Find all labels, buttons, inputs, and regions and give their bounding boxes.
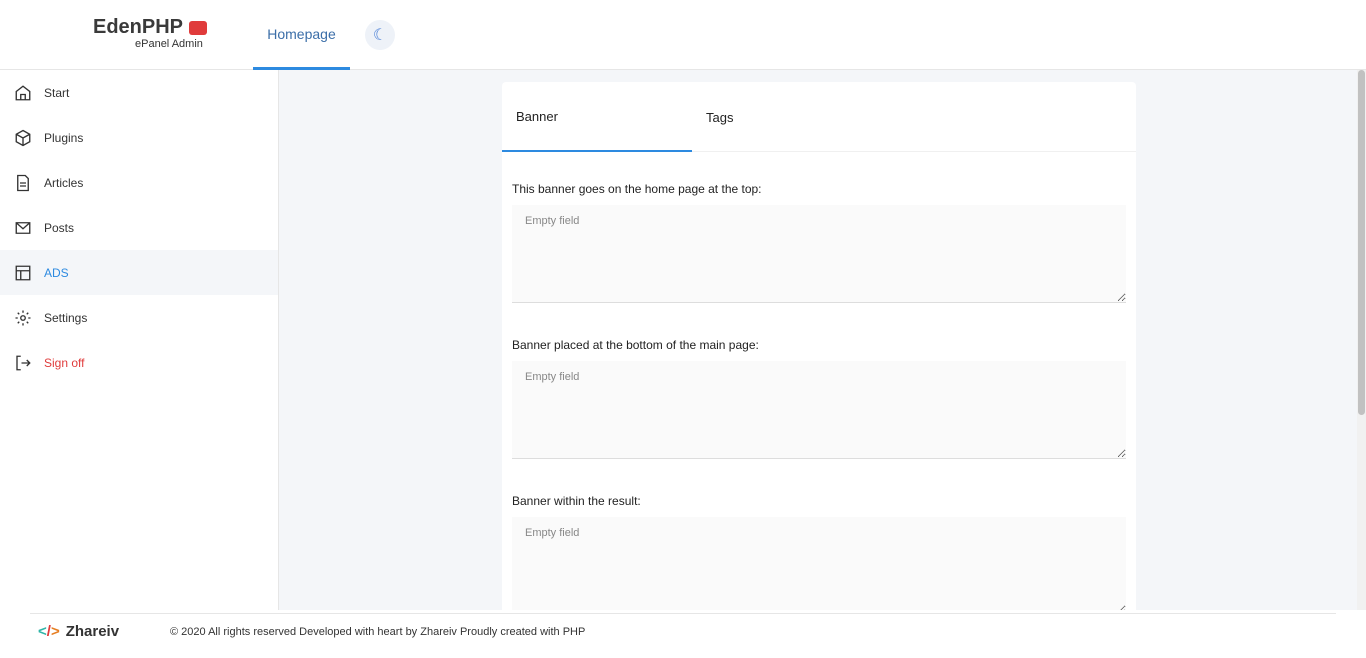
sidebar-item-settings[interactable]: Settings — [0, 295, 278, 340]
mail-icon — [15, 221, 31, 234]
document-icon — [17, 174, 29, 191]
sidebar-item-label: Plugins — [44, 130, 84, 145]
sidebar-item-start[interactable]: Start — [0, 70, 278, 115]
sidebar-item-label: Sign off — [44, 355, 85, 370]
scrollbar[interactable] — [1357, 70, 1366, 610]
sidebar-item-posts[interactable]: Posts — [0, 205, 278, 250]
gear-icon — [15, 310, 31, 325]
field-label: Banner placed at the bottom of the main … — [512, 338, 759, 352]
footer-logo[interactable]: </> Zhareiv — [38, 623, 119, 640]
sidebar-item-label: ADS — [44, 265, 69, 280]
field-label: This banner goes on the home page at the… — [512, 182, 762, 196]
logo[interactable]: EdenPHP ePanel Admin — [93, 16, 208, 50]
footer-brand: Zhareiv — [65, 623, 120, 640]
scrollbar-thumb[interactable] — [1358, 70, 1365, 415]
tab-banner[interactable]: Banner — [502, 82, 692, 152]
dark-mode-toggle[interactable]: ☾ — [365, 20, 395, 50]
nav-homepage[interactable]: Homepage — [253, 0, 350, 70]
sidebar: Start Plugins Articles Posts ADS Setting… — [0, 70, 279, 610]
brand-subtitle: ePanel Admin — [135, 38, 203, 50]
home-icon — [15, 84, 31, 100]
sidebar-item-label: Articles — [44, 175, 84, 190]
field-label: Banner within the result: — [512, 494, 641, 508]
top-banner-input[interactable] — [512, 205, 1126, 303]
bottom-banner-input[interactable] — [512, 361, 1126, 459]
result-banner-input[interactable] — [512, 517, 1126, 615]
ads-card: Banner Tags This banner goes on the home… — [502, 82, 1136, 622]
copyright-text: © 2020 All rights reserved Developed wit… — [170, 626, 586, 638]
logout-icon — [16, 355, 31, 370]
sidebar-item-label: Start — [44, 85, 70, 100]
sidebar-item-label: Posts — [44, 220, 75, 235]
sidebar-item-label: Settings — [44, 310, 88, 325]
brand-name: EdenPHP — [93, 16, 184, 38]
sidebar-item-ads[interactable]: ADS — [0, 250, 278, 295]
footer: </> Zhareiv © 2020 All rights reserved De… — [0, 610, 1366, 658]
code-icon: </> — [38, 623, 60, 640]
layout-icon — [15, 265, 31, 280]
devil-icon — [189, 20, 208, 35]
sidebar-item-sign-off[interactable]: Sign off — [0, 340, 278, 385]
box-icon — [15, 129, 31, 146]
sidebar-item-plugins[interactable]: Plugins — [0, 115, 278, 160]
top-header: EdenPHP ePanel Admin Homepage ☾ — [0, 0, 1366, 70]
tab-tags[interactable]: Tags — [692, 82, 882, 152]
sidebar-item-articles[interactable]: Articles — [0, 160, 278, 205]
moon-icon: ☾ — [372, 27, 388, 44]
